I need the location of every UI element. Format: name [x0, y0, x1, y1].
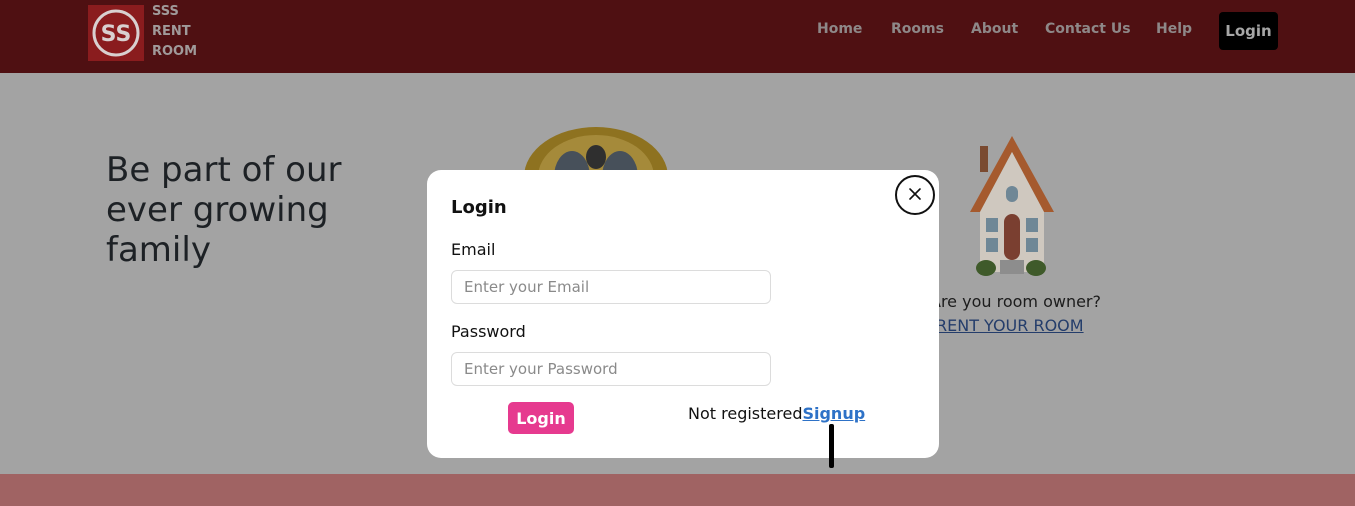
signup-link[interactable]: Signup	[802, 404, 865, 423]
footer-band	[0, 474, 1355, 506]
nav-rooms[interactable]: Rooms	[891, 21, 944, 37]
modal-title: Login	[451, 197, 507, 218]
nav-about[interactable]: About	[971, 21, 1018, 37]
nav-contact-us[interactable]: Contact Us	[1045, 21, 1131, 37]
nav-home[interactable]: Home	[817, 21, 862, 37]
text-cursor-icon	[829, 424, 834, 468]
house-icon	[966, 134, 1058, 286]
password-label: Password	[451, 322, 526, 341]
email-label: Email	[451, 240, 496, 259]
nav-links: Home Rooms About Contact Us Help Login	[0, 0, 1355, 62]
close-button[interactable]	[895, 175, 935, 215]
navbar: SS SSS RENT ROOM Home Rooms About Contac…	[0, 0, 1355, 73]
nav-help[interactable]: Help	[1156, 21, 1192, 37]
close-icon	[908, 186, 922, 205]
password-field[interactable]	[451, 352, 771, 386]
not-registered-text: Not registered	[688, 404, 803, 423]
owner-question: Are you room owner?	[930, 292, 1101, 311]
rent-your-room-link[interactable]: RENT YOUR ROOM	[936, 316, 1084, 335]
hero-title: Be part of our ever growing family	[106, 150, 342, 270]
login-submit-button[interactable]: Login	[508, 402, 574, 434]
login-modal: Login Email Password Login Not registere…	[427, 170, 939, 458]
email-field[interactable]	[451, 270, 771, 304]
signup-prompt: Not registeredSignup	[688, 404, 865, 423]
nav-login-button[interactable]: Login	[1219, 12, 1278, 50]
